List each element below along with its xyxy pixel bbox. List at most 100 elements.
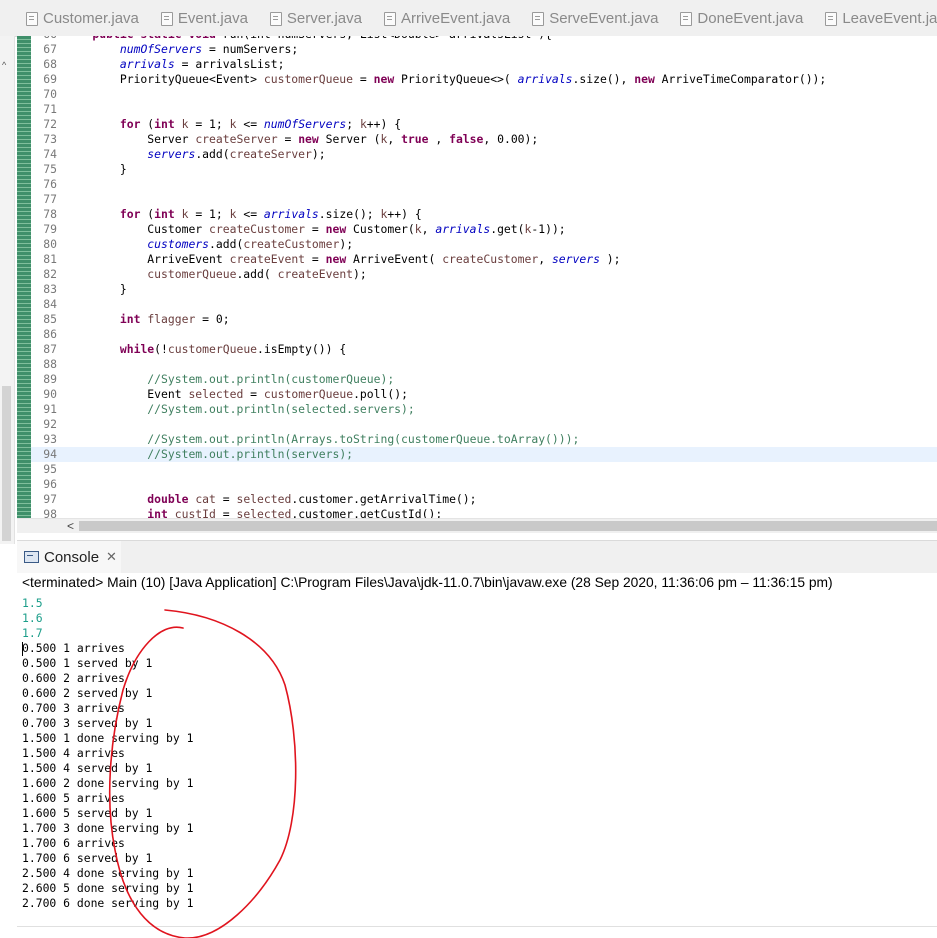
- code-line[interactable]: 90 Event selected = customerQueue.poll()…: [31, 387, 937, 402]
- code-token: for: [119, 117, 141, 131]
- tab-label: LeaveEvent.java: [842, 9, 937, 27]
- code-editor[interactable]: 66 public static void run(int numServers…: [17, 36, 937, 518]
- code-line[interactable]: 80 customers.add(createCustomer);: [31, 237, 937, 252]
- code-line[interactable]: 71: [31, 102, 937, 117]
- console-input-line: 1.7: [22, 626, 43, 640]
- code-token: arrivals: [263, 207, 319, 221]
- code-token: <=: [236, 207, 264, 221]
- tab-console[interactable]: Console ✕: [17, 541, 121, 573]
- code-token: int: [154, 207, 175, 221]
- tab-doneevent-java[interactable]: DoneEvent.java: [672, 0, 817, 36]
- code-token: .customer.getArrivalTime();: [291, 492, 477, 506]
- tab-label: Customer.java: [43, 9, 139, 27]
- code-line[interactable]: 81 ArriveEvent createEvent = new ArriveE…: [31, 252, 937, 267]
- code-line[interactable]: 67 numOfServers = numServers;: [31, 42, 937, 57]
- code-token: selected: [236, 492, 292, 506]
- line-number: 74: [43, 147, 57, 161]
- line-number: 76: [43, 177, 57, 191]
- code-token: custId: [174, 507, 216, 518]
- console-output-line: 1.600 5 served by 1: [22, 806, 153, 820]
- tab-label: Event.java: [177, 9, 248, 27]
- close-icon[interactable]: ✕: [106, 549, 117, 565]
- horizontal-scrollbar[interactable]: <: [17, 518, 937, 533]
- code-token: customerQueue: [263, 72, 354, 86]
- line-number: 83: [43, 282, 57, 296]
- code-line[interactable]: 97 double cat = selected.customer.getArr…: [31, 492, 937, 507]
- horizontal-scrollbar-thumb[interactable]: [79, 521, 937, 531]
- code-line[interactable]: 87 while(!customerQueue.isEmpty()) {: [31, 342, 937, 357]
- code-line[interactable]: 75 }: [31, 162, 937, 177]
- code-line[interactable]: 85 int flagger = 0;: [31, 312, 937, 327]
- code-token: );: [311, 147, 326, 161]
- code-line[interactable]: 77: [31, 192, 937, 207]
- code-line[interactable]: 73 Server createServer = new Server (k, …: [31, 132, 937, 147]
- code-line[interactable]: 84: [31, 297, 937, 312]
- vertical-scrollbar-thumb[interactable]: [2, 386, 11, 541]
- code-line[interactable]: 89 //System.out.println(customerQueue);: [31, 372, 937, 387]
- code-token: servers: [147, 147, 196, 161]
- code-token: .add(: [195, 147, 230, 161]
- code-token: =: [215, 507, 237, 518]
- code-token: Server (: [318, 132, 381, 146]
- code-line[interactable]: 79 Customer createCustomer = new Custome…: [31, 222, 937, 237]
- code-line[interactable]: 96: [31, 477, 937, 492]
- tab-serveevent-java[interactable]: ServeEvent.java: [524, 0, 672, 36]
- code-line[interactable]: 70: [31, 87, 937, 102]
- code-token: );: [353, 267, 367, 281]
- java-file-icon: [825, 12, 838, 26]
- code-token: for: [119, 207, 141, 221]
- code-line[interactable]: 82 customerQueue.add( createEvent);: [31, 267, 937, 282]
- code-token: .size();: [318, 207, 381, 221]
- code-token: while: [119, 342, 155, 356]
- code-token: );: [599, 252, 621, 266]
- code-line[interactable]: 74 servers.add(createServer);: [31, 147, 937, 162]
- tab-server-java[interactable]: Server.java: [262, 0, 376, 36]
- code-line[interactable]: 94 //System.out.println(servers);: [31, 447, 937, 462]
- code-line[interactable]: 93 //System.out.println(Arrays.toString(…: [31, 432, 937, 447]
- code-line[interactable]: 86: [31, 327, 937, 342]
- code-token: ArriveEvent(: [346, 252, 443, 266]
- tab-leaveevent-java[interactable]: LeaveEvent.java: [817, 0, 937, 36]
- code-line[interactable]: 91 //System.out.println(selected.servers…: [31, 402, 937, 417]
- code-line[interactable]: 83 }: [31, 282, 937, 297]
- code-token: =: [243, 387, 264, 401]
- code-line[interactable]: 76: [31, 177, 937, 192]
- code-line[interactable]: 98 int custId = selected.customer.getCus…: [31, 507, 937, 518]
- scroll-left-icon[interactable]: <: [67, 519, 74, 533]
- code-line[interactable]: 92: [31, 417, 937, 432]
- tab-label: Server.java: [286, 9, 362, 27]
- code-line[interactable]: 88: [31, 357, 937, 372]
- java-file-icon: [160, 12, 173, 26]
- code-token: int: [147, 507, 168, 518]
- tab-event-java[interactable]: Event.java: [153, 0, 262, 36]
- line-number: 79: [43, 222, 57, 236]
- tab-customer-java[interactable]: Customer.java: [18, 0, 153, 36]
- code-token: .get(: [490, 222, 525, 236]
- tab-label: ArriveEvent.java: [400, 9, 511, 27]
- line-number: 68: [43, 57, 57, 71]
- code-line[interactable]: 78 for (int k = 1; k <= arrivals.size();…: [31, 207, 937, 222]
- code-token: ++) {: [366, 117, 402, 131]
- line-number: 93: [43, 432, 57, 446]
- code-token: .poll();: [353, 387, 408, 401]
- console-status: <terminated> Main (10) [Java Application…: [22, 575, 833, 590]
- code-line[interactable]: 95: [31, 462, 937, 477]
- console-output[interactable]: 1.5 1.6 1.7 0.500 1 arrives 0.500 1 served b…: [22, 596, 193, 911]
- code-token: = numServers;: [202, 42, 299, 56]
- scroll-up-icon[interactable]: ^: [2, 60, 6, 70]
- tab-arriveevent-java[interactable]: ArriveEvent.java: [376, 0, 524, 36]
- code-token: ,: [421, 222, 436, 236]
- code-token: createCustomer: [209, 222, 306, 236]
- line-number: 90: [43, 387, 57, 401]
- code-line[interactable]: 72 for (int k = 1; k <= numOfServers; k+…: [31, 117, 937, 132]
- code-line[interactable]: 68 arrivals = arrivalsList;: [31, 57, 937, 72]
- code-line[interactable]: 69 PriorityQueue<Event> customerQueue = …: [31, 72, 937, 87]
- console-output-line: 0.700 3 served by 1: [22, 716, 153, 730]
- code-token: createServer: [229, 147, 312, 161]
- code-token: arrivals: [517, 72, 573, 86]
